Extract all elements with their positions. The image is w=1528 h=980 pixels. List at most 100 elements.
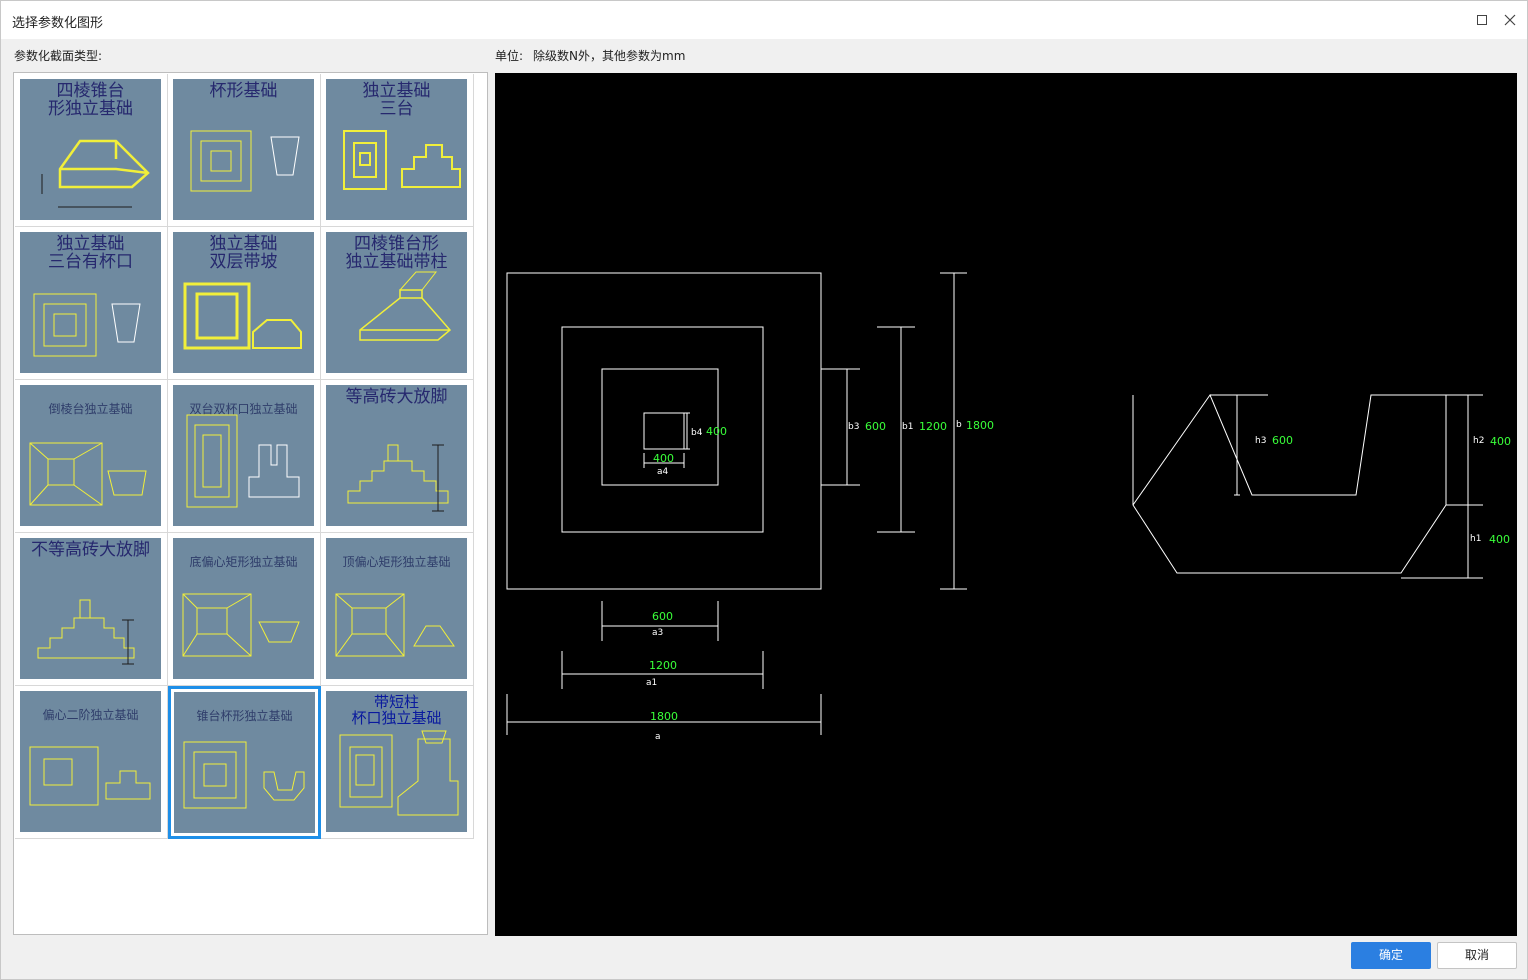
title-bar: 选择参数化图形	[1, 1, 1527, 39]
dim-h3-label: h3	[1255, 436, 1266, 446]
dim-b-value: 1800	[966, 419, 994, 432]
dim-a1-label: a1	[646, 678, 657, 688]
shape-title: 独立基础 三台有杯口	[20, 235, 161, 272]
shape-thumbnail: 四棱锥台形 独立基础带柱	[326, 232, 467, 373]
shape-title-line: 三台	[379, 98, 414, 119]
shape-title-line: 底偏心矩形独立基础	[189, 555, 298, 569]
shape-thumbnail: 底偏心矩形独立基础	[173, 538, 314, 679]
shape-option[interactable]: 杯形基础	[168, 74, 321, 227]
dim-b3-label: b3	[848, 422, 859, 432]
preview-drawing: b3 600 b1 1200 b 1800 b4 400 400 a4 600 …	[506, 272, 1511, 742]
dim-a1-value: 1200	[649, 659, 677, 672]
shape-title-line: 顶偏心矩形独立基础	[342, 555, 451, 569]
shape-thumbnail: 不等高砖大放脚	[20, 538, 161, 679]
dim-b-label: b	[956, 420, 962, 430]
shape-title: 不等高砖大放脚	[20, 540, 161, 560]
shape-thumbnail: 锥台杯形独立基础	[174, 692, 315, 833]
dim-b4-label: b4	[691, 428, 703, 438]
section-profile	[1132, 393, 1447, 574]
shape-title-line: 杯口独立基础	[351, 708, 442, 727]
dim-h1-value: 400	[1489, 533, 1510, 546]
shape-title: 顶偏心矩形独立基础	[326, 556, 467, 569]
shape-title: 底偏心矩形独立基础	[173, 556, 314, 569]
dim-a4-value: 400	[653, 452, 674, 465]
dim-b1-value: 1200	[919, 420, 947, 433]
close-button[interactable]	[1500, 10, 1520, 30]
shape-option[interactable]: 双台双杯口独立基础	[168, 380, 321, 533]
shape-title: 带短柱 杯口独立基础	[326, 694, 467, 727]
shape-thumbnail: 倒棱台独立基础	[20, 385, 161, 526]
shape-title-line: 不等高砖大放脚	[31, 540, 150, 560]
shape-title: 独立基础 双层带坡	[173, 235, 314, 272]
dim-b1-label: b1	[902, 422, 913, 432]
shape-option[interactable]: 顶偏心矩形独立基础	[321, 533, 474, 686]
shape-thumbnail: 等高砖大放脚	[326, 385, 467, 526]
shape-option[interactable]: 带短柱 杯口独立基础	[321, 686, 474, 839]
dim-b4-value: 400	[706, 425, 727, 438]
shape-option[interactable]: 独立基础 双层带坡	[168, 227, 321, 380]
shape-title-line: 双层带坡	[209, 251, 278, 272]
shape-title-line: 形独立基础	[48, 98, 133, 119]
shape-option[interactable]: 四棱锥台形 独立基础带柱	[321, 227, 474, 380]
shape-title-line: 偏心二阶独立基础	[42, 708, 139, 722]
shape-thumbnail: 四棱锥台 形独立基础	[20, 79, 161, 220]
dim-a-label: a	[655, 732, 661, 742]
preview-canvas: b3 600 b1 1200 b 1800 b4 400 400 a4 600 …	[495, 73, 1517, 936]
shape-option[interactable]: 偏心二阶独立基础	[15, 686, 168, 839]
shape-title: 杯形基础	[173, 81, 314, 101]
unit-label: 单位: 除级数N外，其他参数为mm	[495, 47, 695, 64]
shape-title: 双台双杯口独立基础	[173, 403, 314, 416]
shape-thumbnail: 双台双杯口独立基础	[173, 385, 314, 526]
dialog-window: 选择参数化图形 参数化截面类型: 单位: 除级数N外，其他参数为mm 四棱锥台 形独…	[0, 0, 1528, 980]
shape-title-line: 杯形基础	[209, 81, 278, 101]
shape-title: 倒棱台独立基础	[20, 403, 161, 416]
shape-option[interactable]: 锥台杯形独立基础	[168, 686, 321, 839]
dim-h3-value: 600	[1272, 434, 1293, 447]
maximize-button[interactable]	[1472, 10, 1492, 30]
shape-option[interactable]: 独立基础 三台	[321, 74, 474, 227]
shape-title: 等高砖大放脚	[326, 387, 467, 407]
window-title: 选择参数化图形	[12, 16, 104, 31]
shape-title: 独立基础 三台	[326, 82, 467, 119]
unit-text: 除级数N外，其他参数为mm	[533, 49, 686, 63]
shape-title: 锥台杯形独立基础	[174, 710, 315, 723]
shape-thumbnail: 独立基础 双层带坡	[173, 232, 314, 373]
dim-h-lines	[1401, 394, 1483, 579]
ok-button[interactable]: 确定	[1351, 942, 1431, 969]
shape-title-line: 等高砖大放脚	[345, 387, 448, 407]
shape-option[interactable]: 四棱锥台 形独立基础	[15, 74, 168, 227]
shape-title: 偏心二阶独立基础	[20, 709, 161, 722]
dim-a-value: 1800	[650, 710, 678, 723]
shape-thumbnail: 独立基础 三台	[326, 79, 467, 220]
shape-title-line: 独立基础带柱	[345, 251, 448, 272]
dim-a3-value: 600	[652, 610, 673, 623]
shape-title-line: 倒棱台独立基础	[48, 402, 133, 416]
shape-title: 四棱锥台 形独立基础	[20, 82, 161, 119]
unit-prefix: 单位:	[495, 49, 524, 63]
shape-option[interactable]: 底偏心矩形独立基础	[168, 533, 321, 686]
dim-a4-label: a4	[657, 467, 669, 477]
close-icon	[1504, 14, 1516, 26]
maximize-icon	[1477, 15, 1487, 25]
shape-thumbnail: 杯形基础	[173, 79, 314, 220]
shape-title-line: 双台双杯口独立基础	[189, 402, 298, 416]
dim-h1-label: h1	[1470, 534, 1481, 544]
shape-thumbnail: 偏心二阶独立基础	[20, 691, 161, 832]
shape-thumbnail: 带短柱 杯口独立基础	[326, 691, 467, 832]
dim-b3-value: 600	[865, 420, 886, 433]
plan-a1-rect	[561, 326, 764, 533]
shape-title-line: 三台有杯口	[48, 251, 133, 272]
dim-h2-label: h2	[1473, 436, 1484, 446]
shape-option[interactable]: 等高砖大放脚	[321, 380, 474, 533]
plan-a4-rect	[643, 412, 685, 450]
shape-gallery[interactable]: 四棱锥台 形独立基础 杯形基础 独立基础 三台独立基础 三台有杯口 独立基础 双层带坡 四棱锥台…	[13, 72, 488, 935]
plan-outer-rect	[506, 272, 822, 590]
cancel-button[interactable]: 取消	[1437, 942, 1517, 969]
shape-title-line: 锥台杯形独立基础	[196, 709, 293, 723]
shape-thumbnail: 顶偏心矩形独立基础	[326, 538, 467, 679]
shape-title: 四棱锥台形 独立基础带柱	[326, 235, 467, 272]
shape-option[interactable]: 倒棱台独立基础	[15, 380, 168, 533]
dim-b4-line	[684, 412, 690, 450]
shape-option[interactable]: 不等高砖大放脚	[15, 533, 168, 686]
shape-option[interactable]: 独立基础 三台有杯口	[15, 227, 168, 380]
